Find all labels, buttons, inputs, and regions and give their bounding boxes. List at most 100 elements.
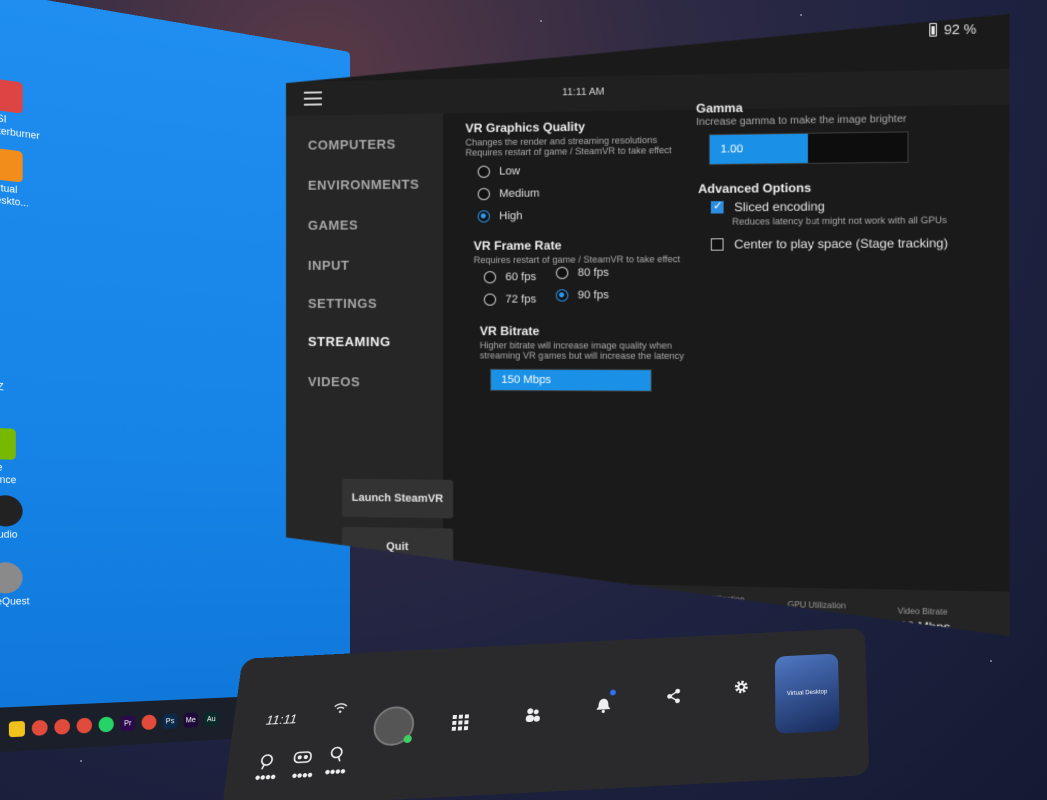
chrome-icon[interactable] (54, 718, 70, 735)
radio-quality-medium[interactable]: Medium (478, 187, 540, 200)
desktop-icon-sidequest[interactable]: ideQuest (0, 562, 57, 608)
bitrate-slider[interactable]: 150 Mbps (490, 369, 652, 392)
checkbox-label: Center to play space (Stage tracking) (734, 235, 948, 252)
audition-label: Au (206, 715, 216, 723)
nav-videos[interactable]: VIDEOS (308, 374, 360, 389)
sliced-encoding-checkbox[interactable]: Sliced encoding (711, 199, 825, 214)
radio-90fps[interactable]: 90 fps (556, 289, 609, 301)
center-play-space-checkbox[interactable]: Center to play space (Stage tracking) (711, 236, 948, 252)
radio-dot (478, 210, 490, 222)
chrome-icon[interactable] (141, 714, 157, 731)
desktop-icon-virtual-desktop[interactable]: Virtual Deskto... (0, 147, 57, 213)
media-encoder-icon[interactable]: Me (183, 712, 198, 728)
battery-indicator: 92 % (930, 21, 977, 38)
video-bitrate-value: 32 Mbps (899, 618, 951, 635)
chrome-icon[interactable] (31, 719, 48, 737)
star (800, 14, 802, 16)
headset-icon (292, 750, 312, 768)
battery-level: 92 % (943, 21, 977, 38)
people-icon[interactable] (524, 707, 541, 728)
radio-60fps[interactable]: 60 fps (484, 271, 536, 283)
radio-dot (556, 289, 568, 301)
star (80, 760, 82, 762)
radio-label: High (499, 209, 523, 223)
radio-quality-high[interactable]: High (478, 210, 523, 223)
virtual-desktop-app-tile[interactable]: Virtual Desktop (774, 653, 840, 734)
nav-environments[interactable]: ENVIRONMENTS (308, 177, 419, 193)
gamma-slider[interactable]: 1.00 (709, 131, 909, 165)
premiere-icon[interactable]: Pr (120, 715, 136, 732)
desktop-icon-label: 7-Z (0, 380, 4, 393)
left-controller-icon (257, 754, 276, 774)
graphics-quality-desc: Requires restart of game / SteamVR to ta… (465, 144, 672, 158)
video-frame-rate-label: Video Frame Rate (582, 587, 651, 599)
gamma-value: 1.00 (720, 142, 744, 156)
virtual-desktop-panel: 92 % 11:11 AM COMPUTERS ENVIRONMENTS GAM… (286, 14, 1009, 636)
audition-icon[interactable]: Au (204, 711, 219, 727)
panel-clock: 11:11 AM (562, 86, 605, 99)
sidebar-nav: COMPUTERS ENVIRONMENTS GAMES INPUT SETTI… (286, 114, 443, 579)
streaming-settings: VR Graphics Quality Changes the render a… (443, 105, 1010, 590)
bitrate-value: 150 Mbps (501, 373, 552, 387)
radio-label: 60 fps (505, 271, 537, 284)
nav-input[interactable]: INPUT (308, 258, 350, 273)
desktop-icon-afterburner[interactable]: MSI Afterburner (0, 77, 57, 145)
frame-rate-value: 90 fps (522, 598, 557, 614)
nav-games[interactable]: GAMES (308, 217, 358, 232)
file-explorer-icon[interactable] (8, 720, 25, 738)
sidequest-icon (0, 562, 23, 594)
nav-settings[interactable]: SETTINGS (308, 296, 377, 311)
desktop-icon-7zip[interactable]: 7-Z (0, 381, 57, 397)
cpu-label: CPU Utilization (687, 593, 745, 605)
radio-dot (478, 166, 490, 178)
photoshop-icon[interactable]: Ps (162, 713, 178, 730)
battery-icon (930, 23, 938, 37)
radio-80fps[interactable]: 80 fps (556, 267, 609, 279)
star (540, 20, 542, 22)
sliced-encoding-desc: Reduces latency but might not work with … (732, 214, 947, 227)
battery-dots: ●●●● (290, 769, 313, 782)
chrome-icon[interactable] (76, 717, 93, 734)
version-label: Version: (351, 605, 382, 616)
bitrate-desc: Higher bitrate will increase image quali… (479, 340, 672, 351)
whatsapp-icon[interactable] (98, 716, 114, 733)
right-controller-icon (327, 746, 345, 766)
wifi-icon (333, 701, 349, 717)
advanced-options-title: Advanced Options (698, 180, 812, 197)
radio-dot (484, 294, 496, 306)
nav-computers[interactable]: COMPUTERS (308, 136, 396, 152)
radio-label: 72 fps (505, 293, 537, 306)
radio-label: 80 fps (577, 266, 609, 280)
battery-dots: ●●●● (323, 765, 346, 779)
gamma-desc: Increase gamma to make the image brighte… (696, 113, 907, 129)
radio-quality-low[interactable]: Low (478, 165, 520, 178)
checkbox-box (711, 238, 724, 250)
desktop-icon-label: ideQuest (0, 595, 30, 608)
desktop-icon-obs[interactable]: Studio (0, 494, 57, 541)
quit-button[interactable]: Quit (342, 527, 453, 567)
checkbox-label: Sliced encoding (734, 199, 825, 215)
desktop-icon-label: rience (0, 473, 17, 486)
radio-dot (556, 267, 568, 279)
star (990, 660, 992, 662)
radio-dot (478, 188, 490, 200)
premiere-label: Pr (124, 719, 132, 728)
bitrate-slider-fill: 150 Mbps (491, 370, 651, 391)
launch-steamvr-button[interactable]: Launch SteamVR (342, 479, 453, 519)
frame-rate-title: VR Frame Rate (473, 238, 562, 254)
nav-streaming[interactable]: STREAMING (308, 334, 391, 349)
hamburger-menu-icon[interactable] (304, 91, 322, 105)
desktop-icon-geforce[interactable]: rce rience (0, 427, 57, 488)
settings-gear-icon[interactable] (733, 679, 749, 700)
video-bitrate-label: Video Bitrate (897, 606, 948, 617)
tile-label: Virtual Desktop (786, 689, 828, 698)
gpu-label: GPU Utilization (787, 599, 846, 611)
share-icon[interactable] (665, 688, 681, 709)
bell-icon[interactable] (595, 697, 612, 718)
frame-rate-label: Frame Rate (514, 586, 559, 597)
radio-dot (484, 271, 496, 283)
radio-72fps[interactable]: 72 fps (484, 293, 536, 305)
avatar[interactable] (371, 705, 416, 747)
apps-grid-icon[interactable] (451, 714, 470, 735)
video-frame-rate-value: 60 fps (614, 600, 649, 616)
